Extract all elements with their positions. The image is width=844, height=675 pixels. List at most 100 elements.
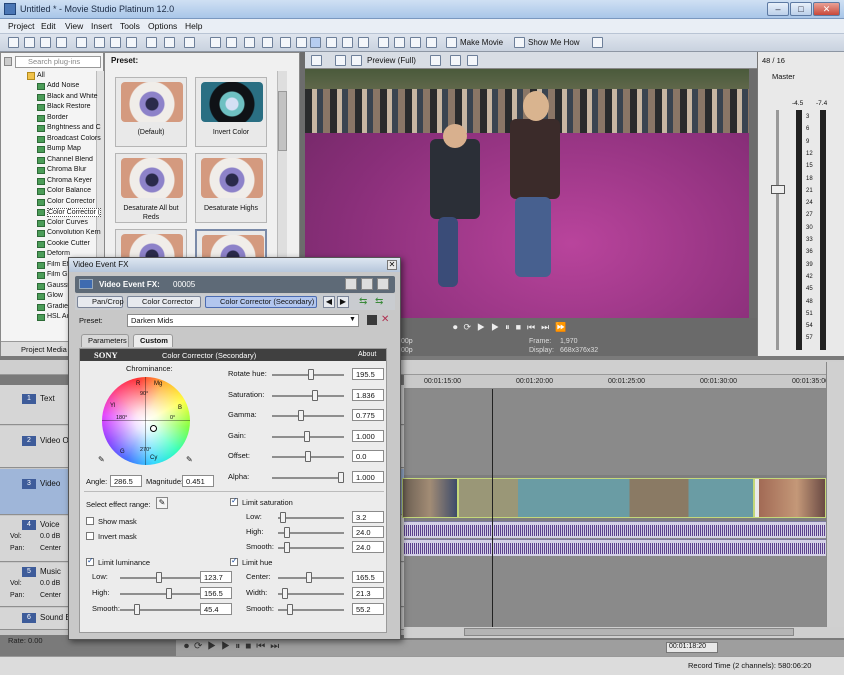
open-icon[interactable] <box>24 37 35 48</box>
wheel-handle[interactable] <box>150 425 157 432</box>
lock-envelopes-icon[interactable] <box>244 37 255 48</box>
slider-track[interactable] <box>272 471 344 483</box>
plugin-tree-item[interactable]: Color Corrector <box>47 198 101 205</box>
slider-value-field[interactable]: 45.4 <box>200 603 232 615</box>
save-icon[interactable] <box>40 37 51 48</box>
trim-start-icon[interactable] <box>378 37 389 48</box>
normal-edit-tool-icon[interactable] <box>310 37 321 48</box>
magnitude-field[interactable]: 0.451 <box>182 475 214 487</box>
plugin-tree-item[interactable]: Border <box>47 114 101 121</box>
tab-parameters[interactable]: Parameters <box>81 334 129 347</box>
menu-help[interactable]: Help <box>185 21 202 31</box>
angle-field[interactable]: 286.5 <box>110 475 142 487</box>
invert-mask-checkbox[interactable] <box>86 532 94 540</box>
slider-value-field[interactable]: 3.2 <box>352 511 384 523</box>
panel-grip-icon[interactable] <box>4 57 12 66</box>
slider-thumb[interactable] <box>284 542 290 553</box>
preset-thumb-default[interactable]: (Default) <box>115 77 187 147</box>
slider-value-field[interactable]: 24.0 <box>352 526 384 538</box>
menu-options[interactable]: Options <box>148 21 177 31</box>
slider-track[interactable] <box>120 604 202 615</box>
undo-icon[interactable] <box>164 37 175 48</box>
split-screen-icon[interactable] <box>335 55 346 66</box>
auto-ripple-icon[interactable] <box>226 37 237 48</box>
limit-luminance-checkbox[interactable] <box>86 556 94 566</box>
close-button[interactable]: ✕ <box>813 2 840 16</box>
split-icon[interactable] <box>358 37 369 48</box>
preview-transport-controls[interactable]: ⏺⟳▶▶⏸■⏮⏭⏩ <box>453 322 603 334</box>
slider-thumb[interactable] <box>156 572 163 583</box>
snap-icon[interactable] <box>210 37 221 48</box>
timeline-tracks-area[interactable] <box>402 389 826 627</box>
properties-icon[interactable] <box>76 37 87 48</box>
slider-track[interactable] <box>278 527 344 538</box>
zoom-tool-icon[interactable] <box>342 37 353 48</box>
chain-color-corrector-secondary[interactable]: Color Corrector (Secondary) <box>205 296 317 308</box>
menu-project[interactable]: Project <box>8 21 34 31</box>
show-me-how-icon[interactable] <box>514 37 525 48</box>
add-fx-icon[interactable]: ⇆ <box>359 296 371 308</box>
slider-value-field[interactable]: 165.5 <box>352 571 384 583</box>
chevron-down-icon[interactable]: ▼ <box>349 316 356 323</box>
dialog-close-icon[interactable]: ✕ <box>387 260 397 270</box>
slider-value-field[interactable]: 1.000 <box>352 470 384 483</box>
slider-track[interactable] <box>278 542 344 553</box>
plugin-tree-item[interactable]: Add Noise <box>47 82 101 89</box>
voice-audio-clip[interactable] <box>404 539 826 556</box>
minimize-button[interactable]: – <box>767 2 789 16</box>
envelope-icon[interactable] <box>296 37 307 48</box>
paste-icon[interactable] <box>126 37 137 48</box>
slider-value-field[interactable]: 24.0 <box>352 541 384 553</box>
preset-thumb-invert[interactable]: Invert Color <box>195 77 267 147</box>
copy-snapshot-icon[interactable] <box>450 55 461 66</box>
save-preset-icon[interactable] <box>367 315 377 325</box>
timeline-vertical-scrollbar[interactable] <box>826 362 844 627</box>
menu-insert[interactable]: Insert <box>91 21 112 31</box>
plugin-tree-item[interactable]: Black Restore <box>47 103 101 110</box>
eyedropper-icon[interactable]: ✎ <box>156 497 168 509</box>
help-icon[interactable] <box>592 37 603 48</box>
slider-track[interactable] <box>278 572 344 583</box>
slider-thumb[interactable] <box>312 389 319 401</box>
plugin-tree-item[interactable]: Convolution Kernel <box>47 229 101 236</box>
make-movie-button[interactable]: Make Movie <box>460 38 503 47</box>
timeline-horizontal-scrollbar[interactable] <box>404 627 844 638</box>
plugin-tree-item[interactable]: Chroma Keyer <box>47 177 101 184</box>
group-icon[interactable] <box>280 37 291 48</box>
video-clip[interactable] <box>754 478 826 518</box>
slider-track[interactable] <box>278 512 344 523</box>
slider-thumb[interactable] <box>303 430 310 442</box>
about-link[interactable]: About <box>358 351 376 358</box>
eyedropper-icon[interactable]: ✎ <box>186 455 193 464</box>
plugin-tree-item[interactable]: Brightness and Contrast <box>47 124 101 131</box>
plugin-search-input[interactable]: Search plug-ins <box>15 56 101 68</box>
region-icon[interactable] <box>426 37 437 48</box>
dropdown-arrow-icon[interactable] <box>430 55 441 66</box>
slider-track[interactable] <box>272 430 344 442</box>
slider-value-field[interactable]: 0.775 <box>352 409 384 421</box>
overlay-icon[interactable] <box>351 55 362 66</box>
cut-icon[interactable] <box>94 37 105 48</box>
plugin-tree-item[interactable]: Color Curves <box>47 219 101 226</box>
save-snapshot-icon[interactable] <box>467 55 478 66</box>
slider-thumb[interactable] <box>338 471 344 483</box>
plugin-tree-item[interactable]: Color Balance <box>47 187 101 194</box>
preset-select[interactable]: Darken Mids <box>127 314 359 327</box>
slider-track[interactable] <box>120 572 202 583</box>
menu-edit[interactable]: Edit <box>41 21 56 31</box>
slider-track[interactable] <box>272 369 344 380</box>
slider-value-field[interactable]: 1.836 <box>352 388 384 401</box>
delete-preset-icon[interactable]: ✕ <box>381 314 389 325</box>
chain-prev-icon[interactable]: ◀ <box>323 296 335 308</box>
cursor-position[interactable]: 00:01:18:20 <box>666 642 718 653</box>
tiles-view-icon[interactable] <box>377 278 389 290</box>
plugin-tree-item[interactable]: Chroma Blur <box>47 166 101 173</box>
marker-icon[interactable] <box>410 37 421 48</box>
tree-root[interactable]: All <box>37 72 45 79</box>
video-clip[interactable] <box>402 478 458 518</box>
slider-track[interactable] <box>278 588 344 599</box>
slider-thumb[interactable] <box>287 604 293 615</box>
playhead-cursor[interactable] <box>492 389 493 627</box>
slider-thumb[interactable] <box>166 588 173 599</box>
grid-view-icon[interactable] <box>361 278 373 290</box>
